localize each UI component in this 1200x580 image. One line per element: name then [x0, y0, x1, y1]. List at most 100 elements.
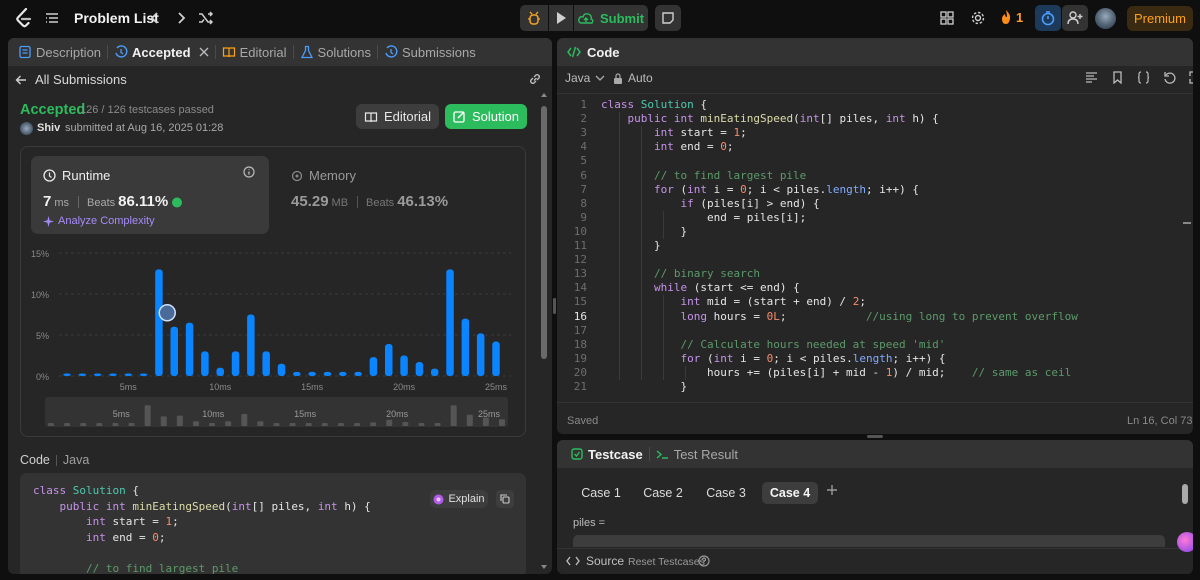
chart-bar[interactable]: [201, 351, 209, 376]
code-line[interactable]: for (int i = 0; i < piles.length; i++) {: [601, 352, 945, 366]
code-line[interactable]: // binary search: [601, 267, 760, 281]
memory-box[interactable]: Memory 45.29 MB Beats 46.13%: [285, 156, 455, 234]
chart-bar[interactable]: [63, 373, 71, 376]
code-line[interactable]: if (piles[i] > end) {: [601, 197, 819, 211]
list-icon[interactable]: [44, 10, 60, 26]
bookmark-icon[interactable]: [1111, 71, 1124, 84]
editorial-button[interactable]: Editorial: [356, 104, 439, 129]
chart-bar[interactable]: [385, 344, 393, 376]
all-submissions-link[interactable]: All Submissions: [15, 72, 127, 87]
chart-bar[interactable]: [354, 371, 362, 376]
scroll-down-arrow[interactable]: [541, 564, 547, 572]
submit-button[interactable]: Submit: [574, 5, 648, 31]
code-line[interactable]: }: [601, 380, 687, 394]
chart-bar[interactable]: [109, 373, 117, 376]
left-scrollbar-thumb[interactable]: [541, 106, 547, 359]
solution-button[interactable]: Solution: [445, 104, 527, 129]
chart-bar[interactable]: [231, 351, 240, 376]
code-line[interactable]: for (int i = 0; i < piles.length; i++) {: [601, 183, 919, 197]
chart-bar[interactable]: [93, 373, 102, 376]
link-icon[interactable]: [528, 72, 542, 86]
vertical-splitter-handle[interactable]: [553, 298, 556, 314]
chart-bar[interactable]: [78, 373, 87, 376]
chart-bar[interactable]: [415, 362, 424, 376]
reset-testcases-button[interactable]: Reset Testcases: [628, 556, 705, 568]
tab-editorial[interactable]: Editorial: [216, 38, 293, 66]
close-tab-icon[interactable]: [199, 47, 209, 57]
reset-icon[interactable]: [1163, 71, 1176, 84]
chart-bar[interactable]: [262, 351, 270, 376]
case-tab[interactable]: Case 2: [635, 482, 691, 504]
chevron-left-icon[interactable]: [148, 10, 162, 26]
chart-bar[interactable]: [170, 326, 179, 376]
language-select[interactable]: Java: [565, 71, 605, 85]
add-friend-button[interactable]: [1062, 5, 1088, 31]
settings-gear-icon[interactable]: [970, 10, 986, 26]
runtime-box[interactable]: Runtime 7 ms Beats 86.11% Analyze Comple…: [31, 156, 269, 234]
your-submission-marker[interactable]: [158, 304, 176, 322]
case-tab[interactable]: Case 3: [698, 482, 754, 504]
maximize-icon[interactable]: [1189, 71, 1193, 84]
code-editor-area[interactable]: 1 class Solution {2 public int minEatingS…: [557, 96, 1179, 398]
explain-button[interactable]: Explain: [430, 490, 488, 508]
chart-bar[interactable]: [492, 341, 500, 376]
chart-bar[interactable]: [293, 371, 301, 376]
horizontal-splitter-handle[interactable]: [867, 435, 883, 438]
chart-bar[interactable]: [216, 367, 224, 376]
testcase-scrollbar-thumb[interactable]: [1182, 484, 1188, 504]
chevron-right-icon[interactable]: [174, 10, 188, 26]
shuffle-icon[interactable]: [198, 10, 214, 26]
chart-bar[interactable]: [323, 371, 332, 376]
layout-icon[interactable]: [940, 11, 954, 25]
chart-bar[interactable]: [430, 368, 439, 376]
tab-solutions[interactable]: Solutions: [294, 38, 377, 66]
braces-icon[interactable]: [1137, 71, 1150, 84]
problem-list-link[interactable]: Problem List: [74, 10, 159, 26]
chart-bar[interactable]: [476, 333, 485, 376]
leetcode-logo-icon[interactable]: [14, 8, 34, 28]
case-tab[interactable]: Case 4: [762, 482, 818, 504]
code-line[interactable]: public int minEatingSpeed(int[] piles, i…: [601, 112, 939, 126]
scroll-up-arrow[interactable]: [541, 92, 547, 100]
chart-bar[interactable]: [461, 318, 470, 376]
chart-bar[interactable]: [400, 355, 408, 377]
copy-button[interactable]: [496, 490, 514, 508]
case-tab[interactable]: Case 1: [573, 482, 629, 504]
info-icon[interactable]: [243, 166, 255, 178]
tab-submissions[interactable]: Submissions: [378, 38, 482, 66]
submitted-code-block[interactable]: class Solution { public int minEatingSpe…: [20, 473, 526, 574]
ai-assistant-button[interactable]: [1177, 532, 1193, 552]
timer-button[interactable]: [1035, 5, 1061, 31]
premium-button[interactable]: Premium: [1127, 6, 1193, 31]
chart-bar[interactable]: [277, 363, 286, 376]
add-case-icon[interactable]: [826, 484, 838, 496]
chart-bar[interactable]: [185, 322, 194, 376]
debug-button[interactable]: [520, 5, 548, 31]
code-line[interactable]: int start = 1;: [601, 126, 747, 140]
help-icon[interactable]: [698, 555, 710, 567]
tab-description[interactable]: Description: [12, 38, 107, 66]
chart-bar[interactable]: [446, 269, 454, 376]
format-icon[interactable]: [1085, 71, 1098, 84]
source-button[interactable]: Source: [566, 554, 624, 568]
tab-test-result[interactable]: Test Result: [650, 440, 744, 468]
analyze-complexity-link[interactable]: Analyze Complexity: [43, 215, 155, 227]
code-line[interactable]: }: [601, 225, 687, 239]
tab-accepted[interactable]: Accepted: [108, 38, 215, 66]
chart-bar[interactable]: [308, 371, 316, 376]
chart-bar[interactable]: [247, 314, 255, 377]
code-line[interactable]: end = piles[i];: [601, 211, 806, 225]
user-avatar[interactable]: [1095, 8, 1116, 29]
code-line[interactable]: class Solution {: [601, 98, 707, 112]
submitter-name[interactable]: Shiv: [37, 122, 60, 134]
chart-bar[interactable]: [139, 373, 148, 376]
code-line[interactable]: int end = 0;: [601, 140, 734, 154]
code-line[interactable]: // Calculate hours needed at speed 'mid': [601, 338, 945, 352]
auto-mode[interactable]: Auto: [613, 71, 653, 85]
run-button[interactable]: [549, 5, 573, 31]
chart-bar[interactable]: [339, 371, 347, 376]
code-line[interactable]: hours += (piles[i] + mid - 1) / mid; // …: [601, 366, 1071, 380]
code-line[interactable]: long hours = 0L; //using long to prevent…: [601, 310, 1077, 324]
streak-counter[interactable]: 1: [1000, 9, 1023, 25]
piles-input[interactable]: [573, 535, 1165, 547]
